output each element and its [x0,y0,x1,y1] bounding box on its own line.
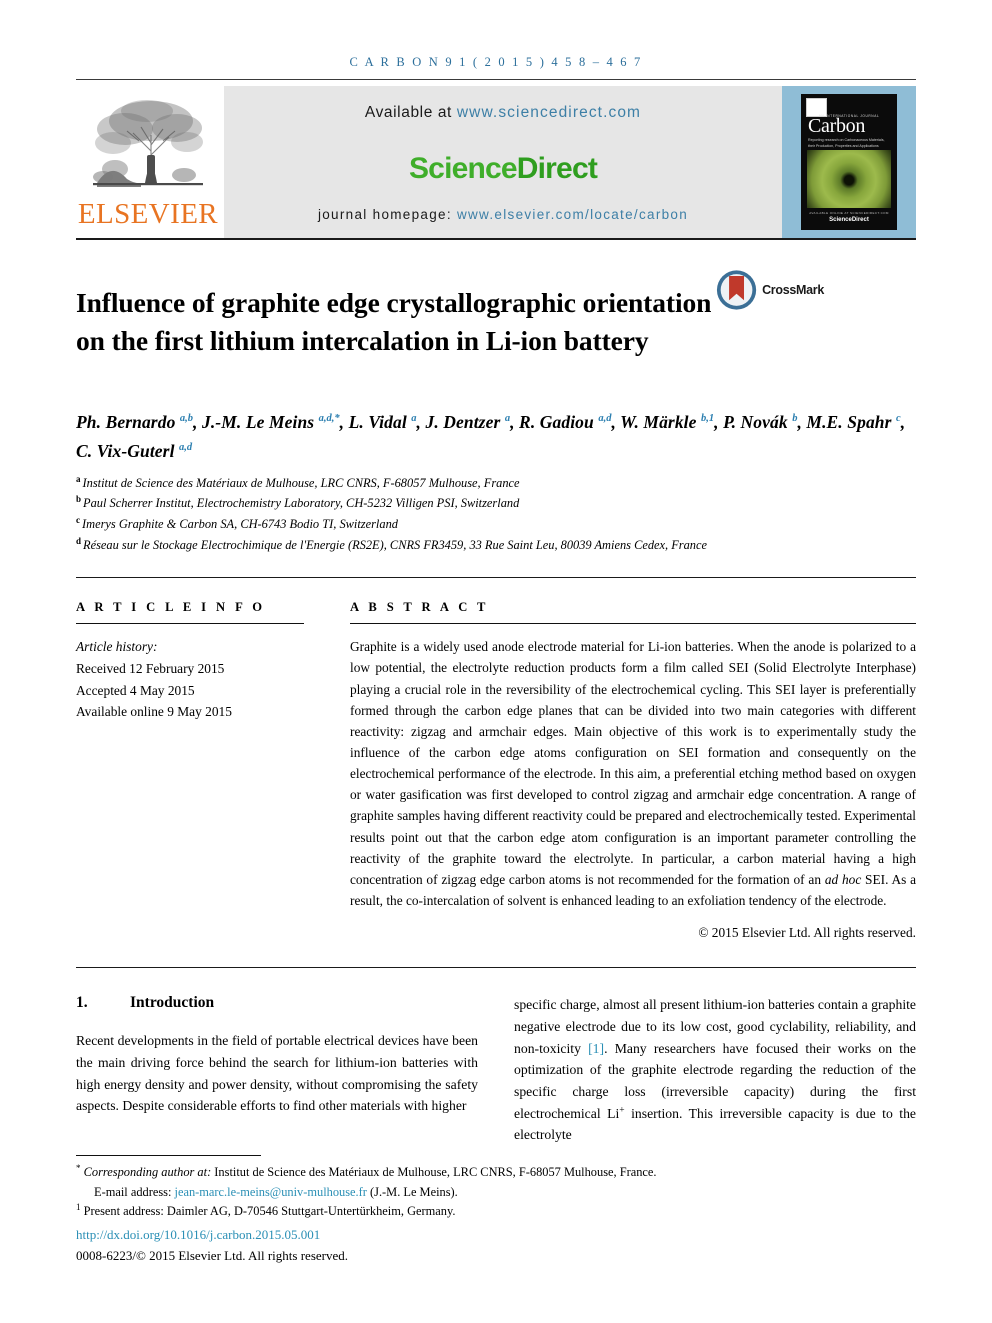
introduction-paragraph-left: Recent developments in the field of port… [76,1033,478,1114]
journal-masthead: ELSEVIER Available at www.sciencedirect.… [76,86,916,238]
journal-homepage-link[interactable]: www.elsevier.com/locate/carbon [457,207,688,222]
article-history-online: Available online 9 May 2015 [76,704,232,720]
affiliation-item: a Institut de Science des Matériaux de Mu… [76,473,916,494]
footnotes: * Corresponding author at: Institut de S… [76,1155,916,1265]
cover-micrograph [807,150,891,208]
sciencedirect-logo-science: Science [408,151,518,185]
affiliation-item: c Imerys Graphite & Carbon SA, CH-6743 Bo… [76,514,916,535]
abstract-section-rule [76,967,916,969]
footnote-present-address: 1 Present address: Daimler AG, D-70546 S… [76,1202,456,1219]
footnote-corresponding-author: * Corresponding author at: Institut de S… [76,1163,657,1180]
doi-link[interactable]: http://dx.doi.org/10.1016/j.carbon.2015.… [76,1225,916,1245]
sciencedirect-logo-direct: Direct [516,151,598,185]
body-column-left: 1. Introduction Recent developments in t… [76,994,478,1146]
article-info-rule [76,623,304,625]
affiliation-item: b Paul Scherrer Institut, Electrochemistr… [76,493,916,514]
sciencedirect-banner: Available at www.sciencedirect.com Scien… [224,86,782,238]
title-block: Influence of graphite edge crystallograp… [76,266,916,378]
abstract-rule [350,623,916,625]
sciencedirect-link[interactable]: www.sciencedirect.com [457,104,641,121]
footnote-rule [76,1155,261,1157]
author-list: Ph. Bernardo a,b, J.-M. Le Meins a,d,*, … [76,412,906,461]
elsevier-tree-icon [93,100,203,187]
affiliation-text: Institut de Science des Matériaux de Mul… [82,475,520,490]
crossmark-label: CrossMark [762,283,824,297]
section-number: 1. [76,994,88,1012]
affiliation-text: Réseau sur le Stockage Electrochimique d… [83,537,707,552]
abstract-heading: A B S T R A C T [350,600,489,615]
affiliation-item: d Réseau sur le Stockage Electrochimique … [76,535,916,556]
journal-cover-panel: AN INTERNATIONAL JOURNAL Carbon Reportin… [782,86,916,238]
running-head: C A R B O N 9 1 ( 2 0 1 5 ) 4 5 8 – 4 6 … [349,55,643,69]
affiliation-marker: a [76,473,81,484]
body-columns: 1. Introduction Recent developments in t… [76,994,916,1146]
sciencedirect-logo: ScienceDirect [408,151,598,186]
cover-subtitle: Reporting research on Carbonaceous Mater… [808,138,885,148]
running-head-rule [76,79,916,80]
abstract-text: Graphite is a widely used anode electrod… [350,639,917,908]
crossmark-icon [716,270,757,310]
abstract-column: A B S T R A C T Graphite is a widely use… [350,600,916,941]
info-abstract-row: A R T I C L E I N F O Article history: R… [76,600,916,941]
section-title: Introduction [130,994,215,1012]
page-title: Influence of graphite edge crystallograp… [76,287,712,357]
cover-footer: AVAILABLE ONLINE AT SCIENCEDIRECT.COM Sc… [801,211,897,223]
journal-cover-image: AN INTERNATIONAL JOURNAL Carbon Reportin… [801,94,897,230]
issn-copyright-line: 0008-6223/© 2015 Elsevier Ltd. All right… [76,1247,348,1263]
affiliation-text: Paul Scherrer Institut, Electrochemistry… [83,496,520,511]
available-at-label: Available at [364,104,452,121]
cover-footer-brand: ScienceDirect [829,217,869,223]
article-info-column: A R T I C L E I N F O Article history: R… [76,600,304,941]
abstract-copyright: © 2015 Elsevier Ltd. All rights reserved… [698,925,916,941]
article-info-heading: A R T I C L E I N F O [76,600,266,615]
affiliation-marker: c [76,514,80,525]
article-page: C A R B O N 9 1 ( 2 0 1 5 ) 4 5 8 – 4 6 … [0,0,992,1323]
journal-homepage-label: journal homepage: [317,207,452,222]
affiliation-list: a Institut de Science des Matériaux de Mu… [76,473,916,555]
affiliation-marker: b [76,494,82,505]
journal-homepage-line: journal homepage: www.elsevier.com/locat… [318,207,688,222]
elsevier-logo: ELSEVIER [76,86,224,238]
elsevier-wordmark: ELSEVIER [77,198,219,230]
authors-rule [76,577,916,579]
introduction-paragraph-right: specific charge, almost all present lith… [514,997,916,1143]
crossmark-badge[interactable]: CrossMark [716,268,824,312]
article-history-received: Received 12 February 2015 [76,660,225,676]
section-heading-introduction: 1. Introduction [76,994,478,1012]
cover-footer-available: AVAILABLE ONLINE AT SCIENCEDIRECT.COM [809,211,889,215]
cover-title: Carbon [808,115,866,137]
affiliation-text: Imerys Graphite & Carbon SA, CH-6743 Bod… [82,517,398,532]
masthead-rule [76,238,916,240]
article-history-accepted: Accepted 4 May 2015 [76,682,195,698]
body-column-right: specific charge, almost all present lith… [514,994,916,1146]
footnote-email[interactable]: E-mail address: jean-marc.le-meins@univ-… [76,1183,916,1203]
available-at-line: Available at www.sciencedirect.com [365,104,641,122]
article-history-label: Article history: [76,639,158,655]
affiliation-marker: d [76,535,82,546]
